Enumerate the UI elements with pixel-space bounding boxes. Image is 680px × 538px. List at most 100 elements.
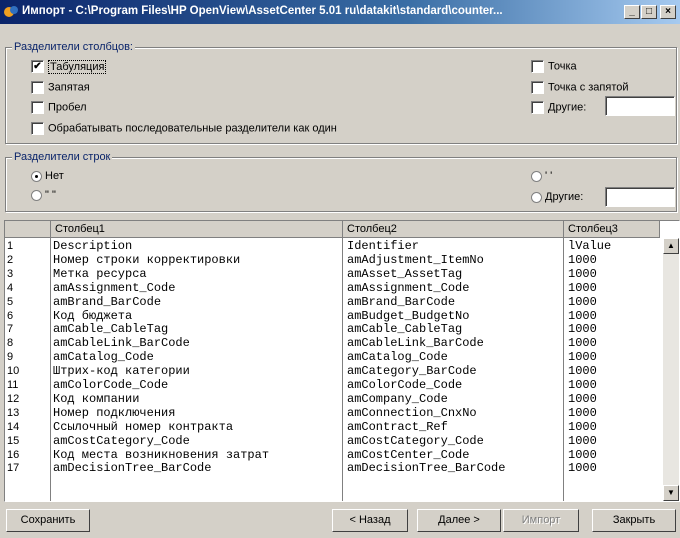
table-row[interactable]: 14 Ссылочный номер контракта amContract_Re… xyxy=(5,421,663,434)
table-cell: 1000 xyxy=(568,462,597,476)
scroll-down-icon[interactable]: ▼ xyxy=(663,485,679,501)
table-cell: Номер строки корректировки xyxy=(53,253,241,267)
table-row[interactable]: 16 Код места возникновения затрат amCostCe… xyxy=(5,449,663,462)
preview-grid[interactable]: Столбец1 Столбец2 Столбец3 1 Description I… xyxy=(4,220,680,502)
semicolon-checkbox[interactable]: Точка с запятой xyxy=(531,81,629,95)
table-row[interactable]: 12 Код компании amCompany_Code 1000 xyxy=(5,393,663,406)
table-cell: amColorCode_Code xyxy=(53,379,169,392)
row-number: 17 xyxy=(7,462,20,475)
table-cell: 1000 xyxy=(568,406,597,420)
table-cell: 1000 xyxy=(568,267,597,281)
checkmark-icon: ✔ xyxy=(31,60,44,73)
column-header-3[interactable]: Столбец3 xyxy=(564,221,660,238)
table-cell: amCatalog_Code xyxy=(53,351,154,365)
row-number: 1 xyxy=(7,240,14,252)
close-button[interactable]: Закрыть xyxy=(592,509,676,532)
row-number: 6 xyxy=(7,309,14,322)
table-cell: 1000 xyxy=(568,281,597,295)
title-bar: Импорт - C:\Program Files\HP OpenView\As… xyxy=(0,0,680,24)
other-row-radio[interactable]: Другие: xyxy=(531,191,583,205)
tab-checkbox[interactable]: ✔ Табуляция xyxy=(31,59,107,74)
table-cell: 1000 xyxy=(568,295,597,309)
next-button[interactable]: Далее > xyxy=(417,509,501,532)
double-quote-radio[interactable]: " " xyxy=(31,189,56,203)
table-cell: lValue xyxy=(568,240,612,253)
row-number: 10 xyxy=(7,365,20,378)
other-column-separator-input[interactable] xyxy=(605,96,675,116)
column-header-2[interactable]: Столбец2 xyxy=(343,221,564,238)
comma-checkbox[interactable]: Запятая xyxy=(31,81,90,95)
table-row[interactable]: 4 amAssignment_Code amAssignment_Code 1000 xyxy=(5,282,663,295)
table-cell: amCatalog_Code xyxy=(347,351,448,365)
table-row[interactable]: 11 amColorCode_Code amColorCode_Code 1000 xyxy=(5,379,663,392)
table-cell: 1000 xyxy=(568,253,597,267)
row-number: 8 xyxy=(7,337,14,350)
back-button[interactable]: < Назад xyxy=(332,509,408,532)
table-cell: amCostCategory_Code xyxy=(53,434,190,448)
table-cell: Штрих-код категории xyxy=(53,365,190,379)
table-cell: Метка ресурса xyxy=(53,267,147,281)
table-cell: Identifier xyxy=(347,240,420,253)
table-cell: amCompany_Code xyxy=(347,392,448,406)
table-cell: amBrand_BarCode xyxy=(347,295,456,309)
table-cell: amConnection_CnxNo xyxy=(347,406,477,420)
row-separators-legend: Разделители строк xyxy=(12,151,113,163)
save-button[interactable]: Сохранить xyxy=(6,509,90,532)
table-cell: 1000 xyxy=(568,351,597,365)
row-number: 11 xyxy=(7,379,19,391)
table-cell: 1000 xyxy=(568,379,597,392)
single-quote-radio[interactable]: ' ' xyxy=(531,170,552,184)
row-number: 14 xyxy=(7,420,20,433)
table-row[interactable]: 8 amCableLink_BarCode amCableLink_BarCode 1… xyxy=(5,337,663,350)
minimize-button[interactable]: _ xyxy=(624,5,640,19)
table-cell: 1000 xyxy=(568,365,597,379)
table-row[interactable]: 1 Description Identifier lValue xyxy=(5,240,663,253)
consecutive-separators-checkbox[interactable]: Обрабатывать последовательные разделител… xyxy=(31,122,337,136)
column-header-1[interactable]: Столбец1 xyxy=(51,221,343,238)
table-cell: 1000 xyxy=(568,309,597,323)
table-cell: amAdjustment_ItemNo xyxy=(347,253,484,267)
table-cell: amDecisionTree_BarCode xyxy=(347,462,506,476)
table-cell: Код места возникновения затрат xyxy=(53,448,270,462)
table-row[interactable]: 10 Штрих-код категории amCategory_BarCode 1… xyxy=(5,365,663,378)
space-checkbox[interactable]: Пробел xyxy=(31,101,87,115)
none-radio[interactable]: Нет xyxy=(31,170,64,184)
table-cell: amAsset_AssetTag xyxy=(347,267,463,281)
table-row[interactable]: 9 amCatalog_Code amCatalog_Code 1000 xyxy=(5,351,663,364)
table-row[interactable]: 13 Номер подключения amConnection_CnxNo 100… xyxy=(5,407,663,420)
scroll-up-icon[interactable]: ▲ xyxy=(663,238,679,254)
import-button[interactable]: Импорт xyxy=(503,509,579,532)
close-window-button[interactable]: × xyxy=(660,5,676,19)
other-row-separator-input[interactable] xyxy=(605,187,675,207)
table-cell: 1000 xyxy=(568,448,597,462)
table-cell: amCable_CableTag xyxy=(53,323,169,337)
row-number: 5 xyxy=(7,295,14,308)
table-cell: Ссылочный номер контракта xyxy=(53,420,234,434)
row-number: 9 xyxy=(7,351,14,364)
table-row[interactable]: 3 Метка ресурса amAsset_AssetTag 1000 xyxy=(5,268,663,281)
table-row[interactable]: 15 amCostCategory_Code amCostCategory_Code… xyxy=(5,435,663,448)
table-cell: amCostCenter_Code xyxy=(347,448,470,462)
dot-checkbox[interactable]: Точка xyxy=(531,60,577,74)
table-row[interactable]: 5 amBrand_BarCode amBrand_BarCode 1000 xyxy=(5,296,663,309)
window-title: Импорт - C:\Program Files\HP OpenView\As… xyxy=(22,5,503,17)
row-number: 2 xyxy=(7,253,14,266)
vertical-scrollbar[interactable]: ▲ ▼ xyxy=(663,238,679,501)
table-row[interactable]: 7 amCable_CableTag amCable_CableTag 1000 xyxy=(5,323,663,336)
table-cell: amCableLink_BarCode xyxy=(347,337,484,351)
app-icon xyxy=(4,6,18,17)
table-cell: amColorCode_Code xyxy=(347,379,463,392)
table-cell: amCostCategory_Code xyxy=(347,434,484,448)
table-row[interactable]: 2 Номер строки корректировки amAdjustment_… xyxy=(5,254,663,267)
maximize-button[interactable]: □ xyxy=(641,5,657,19)
table-cell: 1000 xyxy=(568,337,597,351)
row-number-header xyxy=(5,221,51,238)
row-number: 15 xyxy=(7,434,20,447)
row-number: 4 xyxy=(7,281,14,294)
table-row[interactable]: 17 amDecisionTree_BarCode amDecisionTree_B… xyxy=(5,462,663,475)
table-cell: amBudget_BudgetNo xyxy=(347,309,470,323)
other-column-checkbox[interactable]: Другие: xyxy=(531,101,586,115)
table-cell: 1000 xyxy=(568,392,597,406)
table-cell: amDecisionTree_BarCode xyxy=(53,462,212,476)
table-row[interactable]: 6 Код бюджета amBudget_BudgetNo 1000 xyxy=(5,310,663,323)
